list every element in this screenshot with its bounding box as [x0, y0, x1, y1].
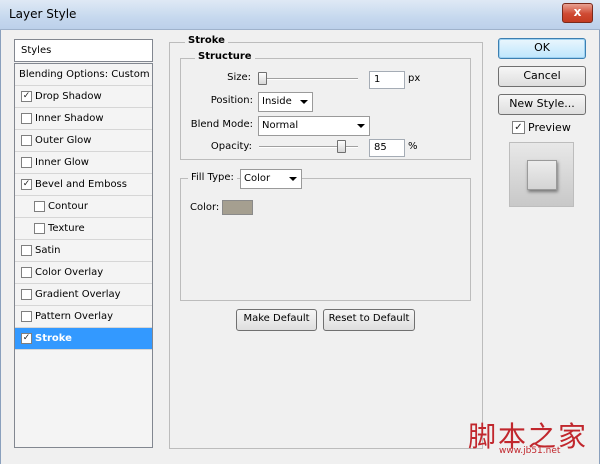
style-item-label: Contour [48, 201, 88, 212]
position-select[interactable]: Inside [258, 92, 313, 112]
style-item-label: Bevel and Emboss [35, 179, 127, 190]
style-item-blending-options-custom[interactable]: Blending Options: Custom [15, 64, 152, 86]
style-item-label: Texture [48, 223, 85, 234]
style-item-contour[interactable]: Contour [15, 196, 152, 218]
preview-label: Preview [528, 121, 571, 134]
checkbox[interactable] [21, 157, 32, 168]
style-item-inner-shadow[interactable]: Inner Shadow [15, 108, 152, 130]
style-item-label: Blending Options: Custom [19, 69, 150, 80]
color-swatch[interactable] [222, 200, 253, 215]
style-item-outer-glow[interactable]: Outer Glow [15, 130, 152, 152]
style-item-stroke[interactable]: ✓ Stroke [15, 328, 152, 350]
style-item-texture[interactable]: Texture [15, 218, 152, 240]
style-item-label: Outer Glow [35, 135, 92, 146]
close-icon: x [573, 5, 582, 19]
chevron-down-icon [289, 177, 297, 181]
reset-to-default-button[interactable]: Reset to Default [323, 309, 415, 331]
style-item-bevel-and-emboss[interactable]: ✓ Bevel and Emboss [15, 174, 152, 196]
opacity-slider-thumb[interactable] [336, 140, 346, 153]
size-unit: px [408, 73, 421, 84]
style-item-label: Drop Shadow [35, 91, 102, 102]
fill-type-label: Fill Type: [188, 172, 237, 183]
size-slider-track[interactable] [259, 78, 358, 80]
cancel-button[interactable]: Cancel [498, 66, 586, 87]
checkbox[interactable] [21, 267, 32, 278]
make-default-button[interactable]: Make Default [236, 309, 317, 331]
style-item-label: Pattern Overlay [35, 311, 114, 322]
style-item-color-overlay[interactable]: Color Overlay [15, 262, 152, 284]
position-value: Inside [262, 96, 292, 107]
styles-list: Blending Options: Custom ✓ Drop Shadow Inne… [14, 63, 153, 448]
style-item-label: Color Overlay [35, 267, 104, 278]
checkbox[interactable] [21, 289, 32, 300]
close-button[interactable]: x [562, 3, 593, 23]
fill-groupbox [180, 178, 471, 301]
watermark-url: www.jb51.net [499, 446, 561, 456]
title-bar [0, 0, 600, 30]
new-style-button[interactable]: New Style... [498, 94, 586, 115]
checkbox[interactable] [34, 201, 45, 212]
checkbox[interactable] [34, 223, 45, 234]
position-label: Position: [210, 95, 253, 106]
checkbox[interactable] [21, 245, 32, 256]
styles-header[interactable]: Styles [14, 39, 153, 62]
style-item-pattern-overlay[interactable]: Pattern Overlay [15, 306, 152, 328]
fill-type-value: Color [244, 173, 271, 184]
window-title: Layer Style [9, 7, 77, 21]
style-item-label: Gradient Overlay [35, 289, 121, 300]
opacity-input[interactable]: 85 [369, 139, 405, 157]
style-item-label: Satin [35, 245, 61, 256]
style-item-drop-shadow[interactable]: ✓ Drop Shadow [15, 86, 152, 108]
fill-type-select[interactable]: Color [240, 169, 302, 189]
size-input[interactable]: 1 [369, 71, 405, 89]
preview-checkbox[interactable]: ✓ [512, 121, 525, 134]
preview-thumbnail [509, 142, 574, 207]
checkbox[interactable] [21, 113, 32, 124]
color-label: Color: [190, 202, 220, 213]
style-item-satin[interactable]: Satin [15, 240, 152, 262]
style-item-inner-glow[interactable]: Inner Glow [15, 152, 152, 174]
blend-mode-label: Blend Mode: [190, 119, 253, 130]
checkbox[interactable]: ✓ [21, 91, 32, 102]
opacity-label: Opacity: [210, 141, 252, 152]
ok-button[interactable]: OK [498, 38, 586, 59]
style-item-label: Inner Shadow [35, 113, 104, 124]
checkbox[interactable]: ✓ [21, 333, 32, 344]
style-item-label: Stroke [35, 333, 72, 344]
preview-swatch [527, 160, 557, 190]
size-label: Size: [227, 72, 251, 83]
chevron-down-icon [357, 124, 365, 128]
checkbox[interactable]: ✓ [21, 179, 32, 190]
checkbox[interactable] [21, 135, 32, 146]
structure-title: Structure [195, 51, 255, 62]
style-item-gradient-overlay[interactable]: Gradient Overlay [15, 284, 152, 306]
blend-mode-value: Normal [262, 120, 299, 131]
blend-mode-select[interactable]: Normal [258, 116, 370, 136]
opacity-unit: % [408, 141, 418, 152]
stroke-title: Stroke [185, 35, 228, 46]
checkbox[interactable] [21, 311, 32, 322]
chevron-down-icon [300, 100, 308, 104]
size-slider-thumb[interactable] [257, 72, 267, 85]
style-item-label: Inner Glow [35, 157, 89, 168]
